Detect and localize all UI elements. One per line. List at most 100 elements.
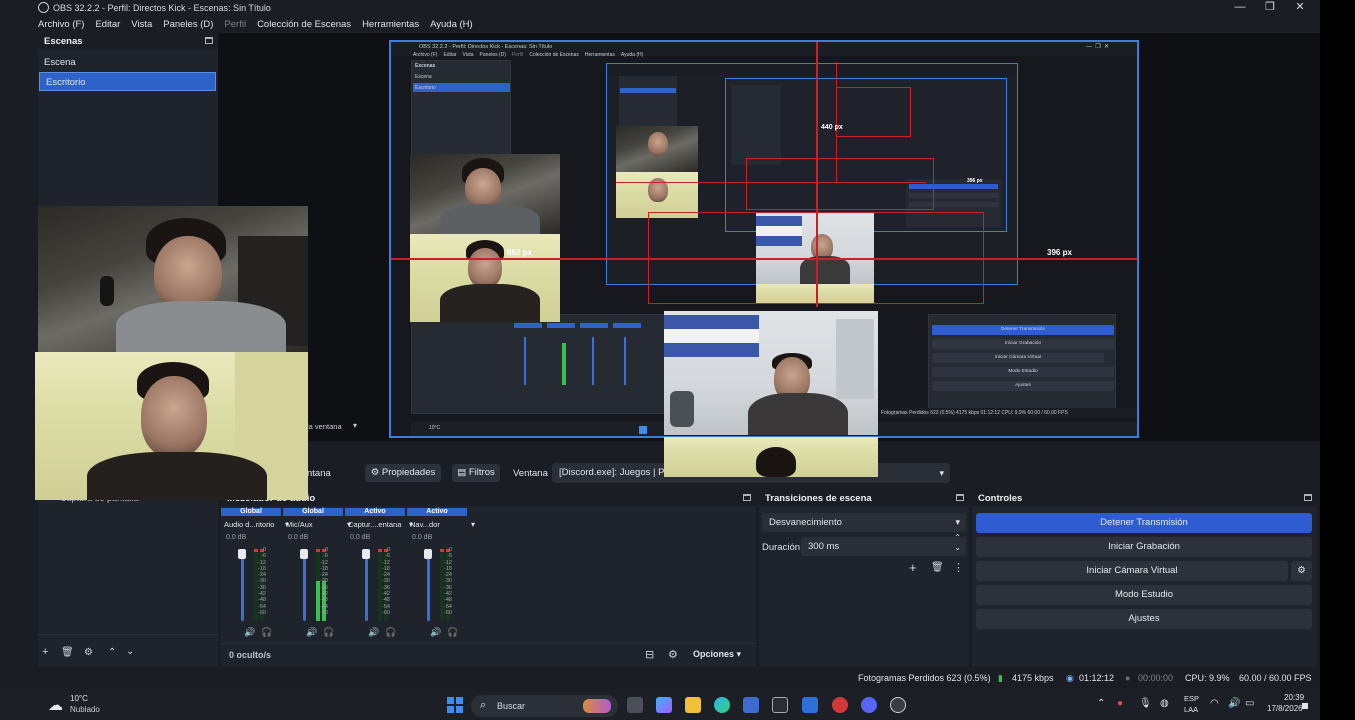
stop-stream-button[interactable]: Detener Transmisión [976, 513, 1312, 533]
menu-archivo[interactable]: Archivo (F) [38, 19, 84, 30]
studio-mode-button[interactable]: Modo Estudio [976, 585, 1312, 605]
menu-perfil[interactable]: Perfil [224, 19, 246, 30]
close-button[interactable]: ✕ [1285, 0, 1315, 15]
webcam-overlay-dark[interactable] [38, 206, 308, 352]
undock-icon[interactable] [743, 494, 751, 501]
battery-icon[interactable]: ▭ [1245, 698, 1254, 709]
add-transition-icon[interactable]: + [909, 560, 917, 575]
menu-herramientas[interactable]: Herramientas [362, 19, 419, 30]
mute-icon[interactable]: 🔊 [368, 627, 379, 638]
volume-slider-knob[interactable] [300, 549, 308, 559]
menu-vista[interactable]: Vista [131, 19, 152, 30]
menu-paneles[interactable]: Paneles (D) [163, 19, 213, 30]
clock-date[interactable]: 17/8/2026 [1267, 704, 1303, 713]
wifi-icon[interactable]: ◠ [1210, 698, 1219, 709]
start-tile [447, 706, 454, 713]
filters-button[interactable]: ▤ Filtros [452, 464, 500, 482]
volume-icon[interactable]: 🔊 [1228, 698, 1240, 709]
mute-icon[interactable]: 🔊 [430, 627, 441, 638]
scene-item-escena[interactable]: Escena [38, 53, 218, 72]
volume-slider[interactable] [365, 549, 368, 621]
start-recording-button[interactable]: Iniciar Grabación [976, 537, 1312, 557]
nested-slider [524, 337, 526, 385]
start-virtual-camera-button[interactable]: Iniciar Cámara Virtual [976, 561, 1288, 581]
volume-slider-knob[interactable] [424, 549, 432, 559]
move-down-icon[interactable]: ⌄ [126, 646, 134, 657]
monitor-headphones-icon[interactable]: 🎧 [385, 627, 396, 638]
virtual-camera-settings-button[interactable]: ⚙ [1291, 561, 1312, 581]
microphone-icon[interactable]: 🎙 [1139, 698, 1152, 709]
settings-button[interactable]: Ajustes [976, 609, 1312, 629]
flag-stripe [664, 329, 759, 343]
tray-chevron-icon[interactable]: ⌃ [1097, 698, 1105, 709]
layout-icon[interactable]: ⊟ [645, 648, 654, 661]
properties-button[interactable]: ⚙ Propiedades [365, 464, 441, 482]
chevron-down-icon[interactable]: ▾ [353, 421, 357, 430]
transition-select-value: Desvanecimiento [769, 517, 842, 528]
minimize-button[interactable]: — [1225, 0, 1255, 15]
windows-start-icon[interactable] [447, 697, 463, 713]
channel-name[interactable]: Nav...dor [410, 520, 440, 529]
edge-icon[interactable] [714, 697, 730, 713]
volume-slider[interactable] [427, 549, 430, 621]
channel-name[interactable]: Audio d...ritorio [224, 520, 274, 529]
undock-icon[interactable] [956, 494, 964, 501]
mute-icon[interactable]: 🔊 [306, 627, 317, 638]
gear-icon[interactable]: ⚙ [84, 647, 93, 658]
monitor-headphones-icon[interactable]: 🎧 [323, 627, 334, 638]
chevron-down-icon[interactable]: ▾ [471, 520, 475, 529]
transitions-dock: Transiciones de escena Desvanecimiento ▾… [759, 491, 969, 666]
advanced-audio-icon[interactable]: ⚙ [668, 648, 678, 661]
editor-icon[interactable] [802, 697, 818, 713]
more-options-icon[interactable]: ⋮ [953, 561, 964, 574]
menu-coleccion-escenas[interactable]: Colección de Escenas [257, 19, 351, 30]
undock-icon[interactable] [1304, 494, 1312, 501]
menu-editar[interactable]: Editar [95, 19, 120, 30]
language-bottom[interactable]: LAA [1184, 705, 1198, 714]
webcam-overlay-bright-small[interactable] [664, 437, 878, 477]
volume-slider-knob[interactable] [238, 549, 246, 559]
menu-bar: Archivo (F) Editar Vista Paneles (D) Per… [38, 16, 473, 32]
scene-item-escritorio[interactable]: Escritorio [39, 72, 216, 91]
scenes-dock-title: Escenas [38, 34, 218, 49]
task-view-icon[interactable] [627, 697, 643, 713]
language-top[interactable]: ESP [1184, 694, 1199, 703]
volume-slider[interactable] [303, 549, 306, 621]
tray-app-icon-2[interactable]: ◍ [1160, 698, 1169, 709]
obs-taskbar-icon[interactable] [890, 697, 906, 713]
webcam-overlay-flag[interactable] [664, 311, 878, 435]
monitor-headphones-icon[interactable]: 🎧 [447, 627, 458, 638]
obs-window: OBS 32.2.2 - Perfil: Directos Kick - Esc… [0, 0, 1320, 720]
file-explorer-icon[interactable] [685, 697, 701, 713]
channel-name[interactable]: Captur....entana [348, 520, 401, 529]
nested-menu-item: Archivo (F) [413, 52, 438, 58]
distance-label-440: 440 px [821, 124, 843, 131]
notification-icon[interactable] [1302, 703, 1308, 709]
move-up-icon[interactable]: ⌃ [108, 647, 116, 658]
trash-icon[interactable]: 🗑 [61, 647, 74, 658]
transition-select[interactable]: Desvanecimiento ▾ [762, 513, 966, 532]
divider [38, 634, 218, 635]
copilot-icon[interactable] [656, 697, 672, 713]
discord-icon[interactable] [861, 697, 877, 713]
menu-ayuda[interactable]: Ayuda (H) [430, 19, 473, 30]
volume-slider-knob[interactable] [362, 549, 370, 559]
store-icon[interactable] [743, 697, 759, 713]
options-button[interactable]: Opciones ▾ [693, 649, 741, 660]
taskbar-search[interactable]: ⌕ Buscar [471, 695, 618, 717]
add-source-icon[interactable]: + [42, 646, 48, 658]
app-icon[interactable] [772, 697, 788, 713]
volume-slider[interactable] [241, 549, 244, 621]
undock-icon[interactable] [205, 37, 213, 44]
webcam-overlay-bright[interactable] [35, 352, 308, 500]
opera-icon[interactable] [832, 697, 848, 713]
clock-time[interactable]: 20:39 [1284, 693, 1304, 702]
tray-app-icon[interactable]: ● [1117, 698, 1123, 709]
maximize-button[interactable]: ❐ [1255, 0, 1285, 15]
monitor-headphones-icon[interactable]: 🎧 [261, 627, 272, 638]
channel-name[interactable]: Mic/Aux [286, 520, 313, 529]
mute-icon[interactable]: 🔊 [244, 627, 255, 638]
trash-icon[interactable]: 🗑 [931, 562, 944, 573]
nested-status-bar: Fotogramas Perdidos 623 (0.5%) 4175 kbps… [881, 408, 1137, 418]
duration-input[interactable]: 300 ms ⌃ ⌄ [801, 533, 966, 556]
